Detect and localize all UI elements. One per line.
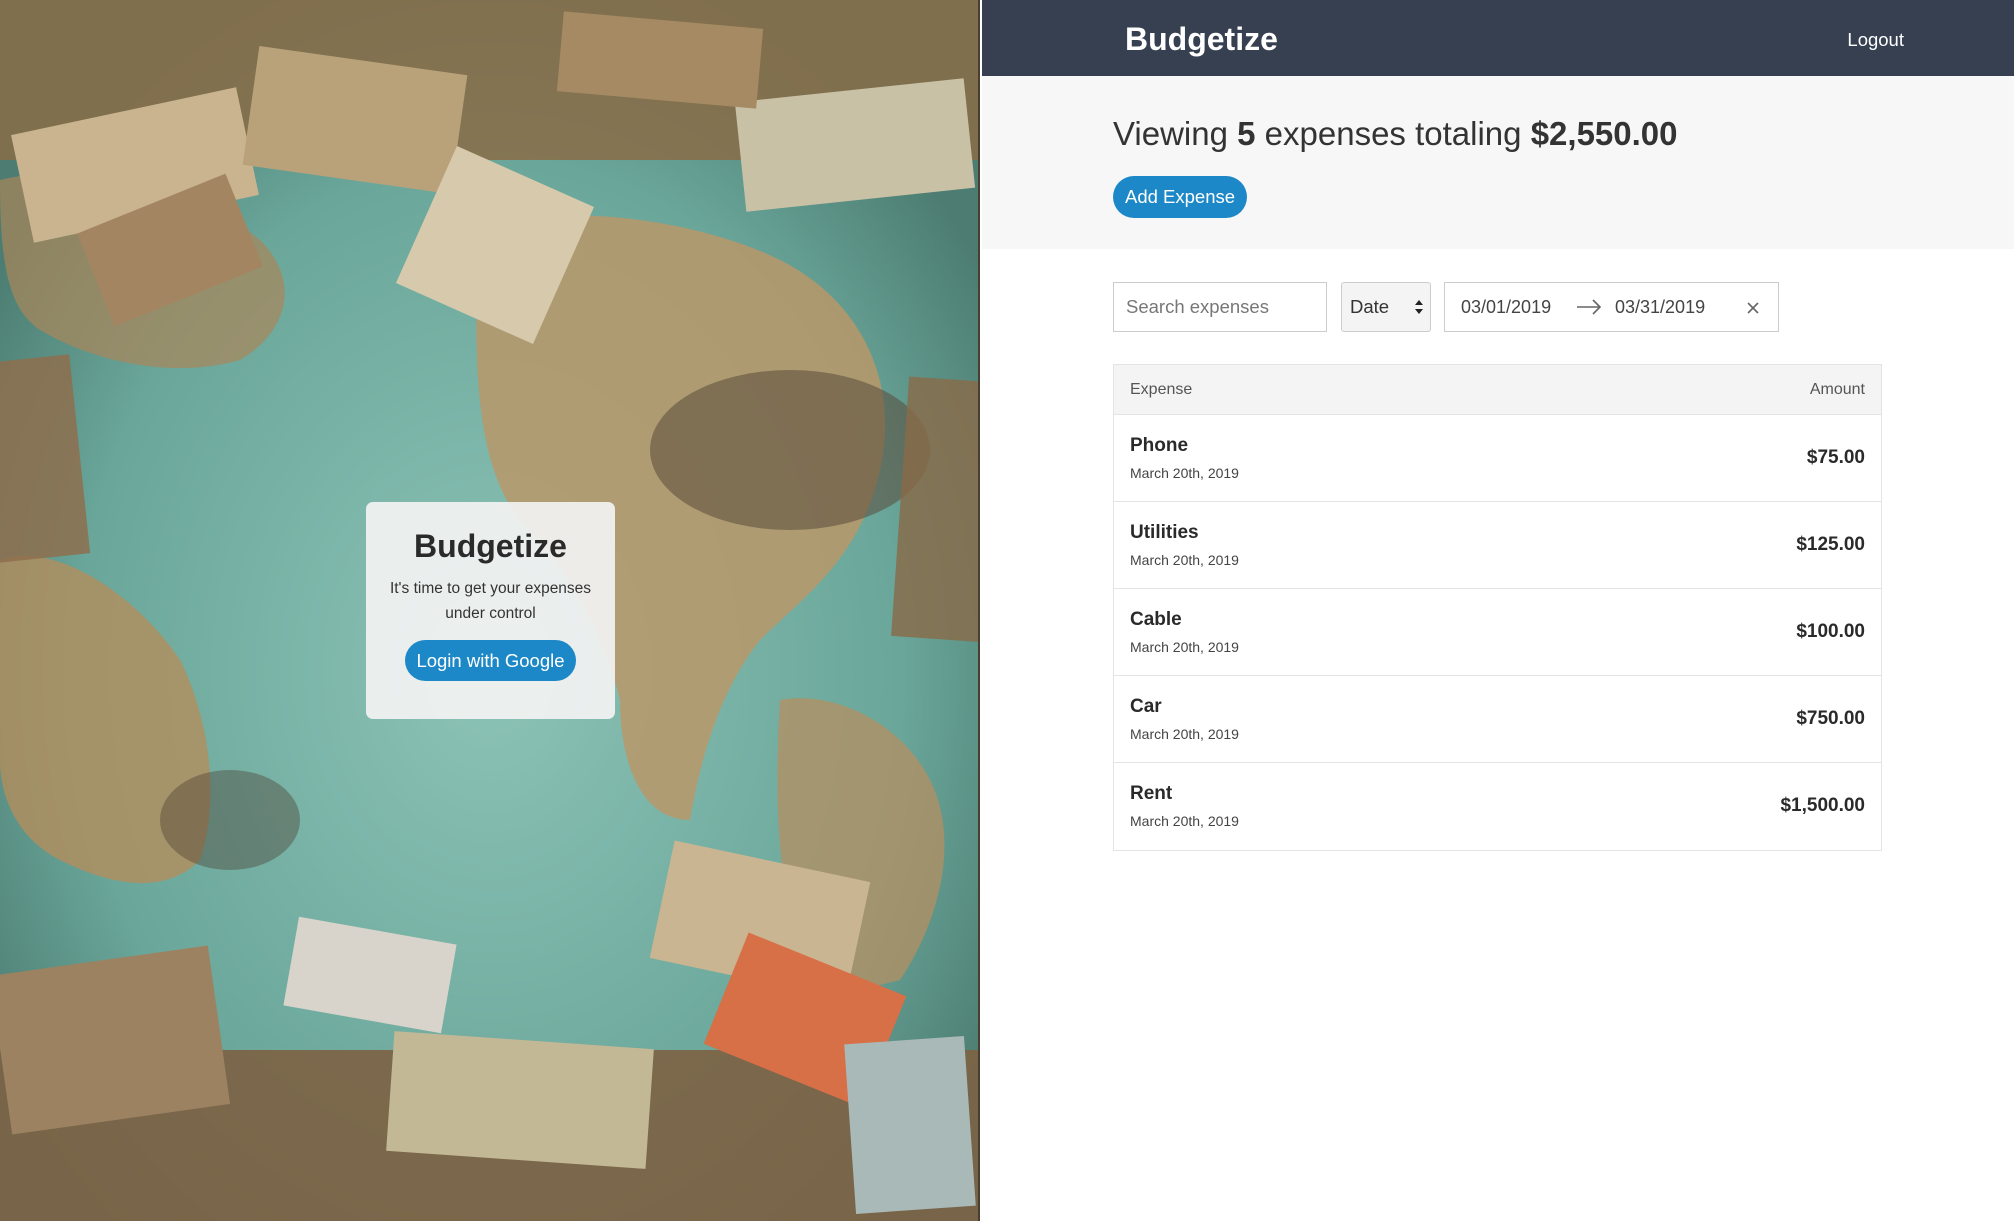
expense-name: Rent bbox=[1130, 783, 1173, 804]
table-row[interactable]: Rent March 20th, 2019 $1,500.00 bbox=[1114, 763, 1881, 850]
expenses-summary: Viewing 5 expenses totaling $2,550.00 Ad… bbox=[982, 76, 2014, 249]
expense-amount: $100.00 bbox=[1796, 621, 1865, 642]
summary-text: Viewing 5 expenses totaling $2,550.00 bbox=[1113, 114, 1678, 154]
column-header-amount: Amount bbox=[1809, 381, 1865, 398]
table-row[interactable]: Phone March 20th, 2019 $75.00 bbox=[1114, 415, 1881, 502]
expense-date: March 20th, 2019 bbox=[1130, 726, 1239, 742]
login-card: Budgetize It's time to get your expenses… bbox=[366, 502, 615, 719]
expenses-table: Expense Amount Phone March 20th, 2019 $7… bbox=[1113, 364, 1882, 851]
logout-button[interactable]: Logout bbox=[1847, 28, 1904, 52]
sort-by-select[interactable]: Date bbox=[1341, 282, 1431, 332]
dashboard-screen: Budgetize Logout Viewing 5 expenses tota… bbox=[982, 0, 2014, 1221]
add-expense-button[interactable]: Add Expense bbox=[1113, 176, 1248, 218]
expense-amount: $125.00 bbox=[1796, 534, 1865, 555]
table-row[interactable]: Car March 20th, 2019 $750.00 bbox=[1114, 676, 1881, 763]
up-down-caret-icon bbox=[1415, 300, 1423, 314]
expense-name: Phone bbox=[1130, 435, 1189, 456]
expense-amount: $750.00 bbox=[1796, 708, 1865, 729]
login-screen: Budgetize It's time to get your expenses… bbox=[0, 0, 980, 1221]
sort-by-value: Date bbox=[1350, 296, 1390, 317]
close-icon[interactable] bbox=[1746, 301, 1760, 315]
table-row[interactable]: Cable March 20th, 2019 $100.00 bbox=[1114, 589, 1881, 676]
arrow-right-icon bbox=[1577, 299, 1602, 315]
summary-prefix: Viewing bbox=[1113, 115, 1228, 152]
expense-filters: Date 03/01/2019 03/31/2019 bbox=[1113, 282, 1813, 332]
column-header-expense: Expense bbox=[1130, 381, 1193, 398]
start-date-input[interactable]: 03/01/2019 bbox=[1461, 283, 1551, 331]
login-subtitle: It's time to get your expenses under con… bbox=[389, 580, 592, 622]
expense-name: Car bbox=[1130, 696, 1162, 717]
app-header: Budgetize Logout bbox=[982, 0, 2014, 76]
end-date-input[interactable]: 03/31/2019 bbox=[1615, 283, 1705, 331]
table-row[interactable]: Utilities March 20th, 2019 $125.00 bbox=[1114, 502, 1881, 589]
summary-count: 5 bbox=[1237, 115, 1256, 152]
brand-title[interactable]: Budgetize bbox=[1125, 19, 1278, 59]
expense-name: Cable bbox=[1130, 609, 1182, 630]
login-with-google-button[interactable]: Login with Google bbox=[405, 640, 576, 681]
search-input[interactable] bbox=[1113, 282, 1327, 332]
expense-date: March 20th, 2019 bbox=[1130, 552, 1239, 568]
expense-amount: $1,500.00 bbox=[1780, 795, 1865, 816]
date-range-picker: 03/01/2019 03/31/2019 bbox=[1444, 282, 1779, 332]
summary-middle: expenses totaling bbox=[1264, 115, 1522, 152]
table-header: Expense Amount bbox=[1114, 365, 1881, 415]
expense-amount: $75.00 bbox=[1806, 447, 1865, 468]
summary-total: $2,550.00 bbox=[1530, 115, 1678, 152]
expense-date: March 20th, 2019 bbox=[1130, 813, 1239, 829]
expense-date: March 20th, 2019 bbox=[1130, 639, 1239, 655]
expense-date: March 20th, 2019 bbox=[1130, 465, 1239, 481]
expense-name: Utilities bbox=[1130, 522, 1199, 543]
login-title: Budgetize bbox=[414, 528, 567, 564]
